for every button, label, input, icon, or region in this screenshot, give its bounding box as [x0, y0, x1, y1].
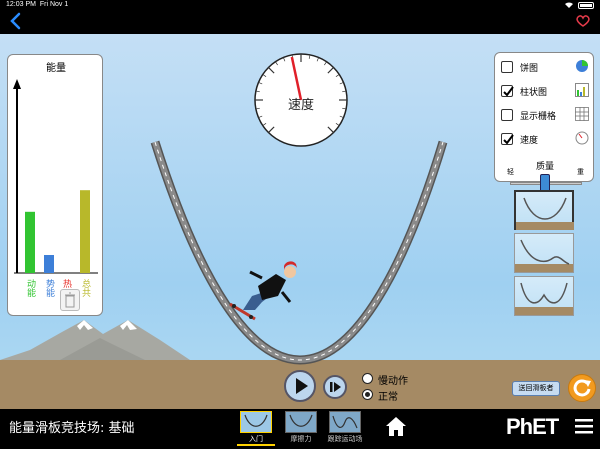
navigation-bar: 能量滑板竞技场: 基础 入门 摩擦力 跟踪运动场 PhET [0, 409, 600, 449]
checkbox-show-grid[interactable]: 显示栅格 [501, 107, 589, 123]
ios-status-bar: 12:03 PM Fri Nov 1 [0, 0, 600, 34]
battery-icon [578, 1, 594, 9]
tab-intro-label: 入门 [249, 435, 263, 443]
energy-bar-label-3: 总共 [80, 278, 91, 298]
track-option-parabola[interactable] [514, 190, 574, 230]
tab-intro[interactable]: 入门 [237, 411, 275, 446]
grid-icon [575, 107, 589, 121]
mass-heavy-label: 重 [577, 168, 584, 176]
skater[interactable] [229, 261, 297, 321]
sim-title: 能量滑板竞技场: 基础 [9, 421, 135, 436]
tab-track-playground[interactable]: 跟踪运动场 [326, 411, 364, 445]
tab-friction[interactable]: 摩擦力 [282, 411, 320, 445]
home-icon[interactable] [383, 414, 409, 438]
tab-playground-label: 跟踪运动场 [327, 435, 363, 443]
speed-label: 速度 [520, 136, 539, 146]
checkbox-bar-chart[interactable]: 柱状图 [501, 83, 589, 99]
skate-track-inner [152, 141, 446, 364]
bar-chart-checkbox-box[interactable] [501, 85, 514, 97]
speedometer-label: 速度 [287, 98, 314, 113]
pie-chart-label: 饼图 [520, 64, 539, 74]
hamburger-menu-icon[interactable] [575, 418, 593, 434]
friction-screen-icon [285, 411, 317, 433]
play-button[interactable] [284, 370, 316, 402]
return-skater-button[interactable]: 送回滑板者 [512, 381, 560, 396]
track-option-slope[interactable] [514, 233, 574, 273]
simulation-area: 能量 动能 势能热总共 速度 饼图 柱状图 显示栅格 速度 质量 轻 重 慢动作… [0, 34, 600, 409]
wifi-icon [565, 2, 573, 9]
tab-friction-label: 摩擦力 [290, 435, 312, 443]
step-forward-button[interactable] [323, 375, 347, 399]
active-tab-indicator [237, 444, 275, 446]
energy-bar-label-0: 动能 [25, 279, 36, 298]
checkmark-icon [503, 86, 514, 97]
play-icon [296, 378, 308, 394]
pie-chart-checkbox-box[interactable] [501, 61, 513, 73]
phet-logo: PhET [506, 414, 559, 439]
speedometer: 速度 [250, 52, 352, 147]
mass-light-label: 轻 [507, 168, 514, 176]
grid-label: 显示栅格 [520, 112, 557, 122]
bar-chart-label: 柱状图 [520, 88, 548, 98]
grid-checkbox-box[interactable] [501, 109, 513, 121]
normal-speed-radio-circle[interactable] [362, 389, 373, 400]
pie-chart-icon [576, 60, 588, 72]
speed-checkbox-box[interactable] [501, 133, 514, 145]
status-indicators [564, 1, 594, 9]
checkbox-speed[interactable]: 速度 [501, 131, 589, 147]
energy-bar-label-1: 势能 [44, 278, 55, 298]
trash-icon [65, 292, 75, 308]
back-chevron-icon[interactable] [9, 12, 23, 30]
status-time: 12:03 PM Fri Nov 1 [6, 1, 69, 8]
energy-bar-1 [44, 255, 54, 273]
energy-bar-3 [80, 190, 90, 273]
display-options-panel: 饼图 柱状图 显示栅格 速度 质量 轻 重 [494, 52, 594, 194]
energy-bar-0 [25, 211, 35, 273]
playground-screen-icon [329, 411, 361, 433]
bar-chart-icon [575, 83, 589, 97]
reset-icon [573, 379, 591, 397]
energy-bar-chart: 动能 势能热总共 [13, 79, 98, 298]
reset-all-button[interactable] [568, 374, 596, 402]
favorite-heart-icon[interactable] [576, 14, 590, 28]
slow-motion-radio-circle[interactable] [362, 373, 373, 384]
speedometer-icon [575, 131, 589, 145]
normal-speed-label: 正常 [378, 392, 398, 403]
energy-bar-label-2: 热 [61, 278, 72, 289]
step-forward-icon [330, 382, 341, 392]
energy-bar-chart-panel: 能量 动能 势能热总共 [7, 54, 103, 316]
track-option-double-well[interactable] [514, 276, 574, 316]
checkbox-pie-chart[interactable]: 饼图 [501, 59, 589, 75]
clear-heat-button[interactable] [60, 289, 80, 311]
intro-screen-icon [240, 411, 272, 433]
checkmark-icon [503, 134, 514, 145]
slow-motion-label: 慢动作 [378, 376, 408, 387]
